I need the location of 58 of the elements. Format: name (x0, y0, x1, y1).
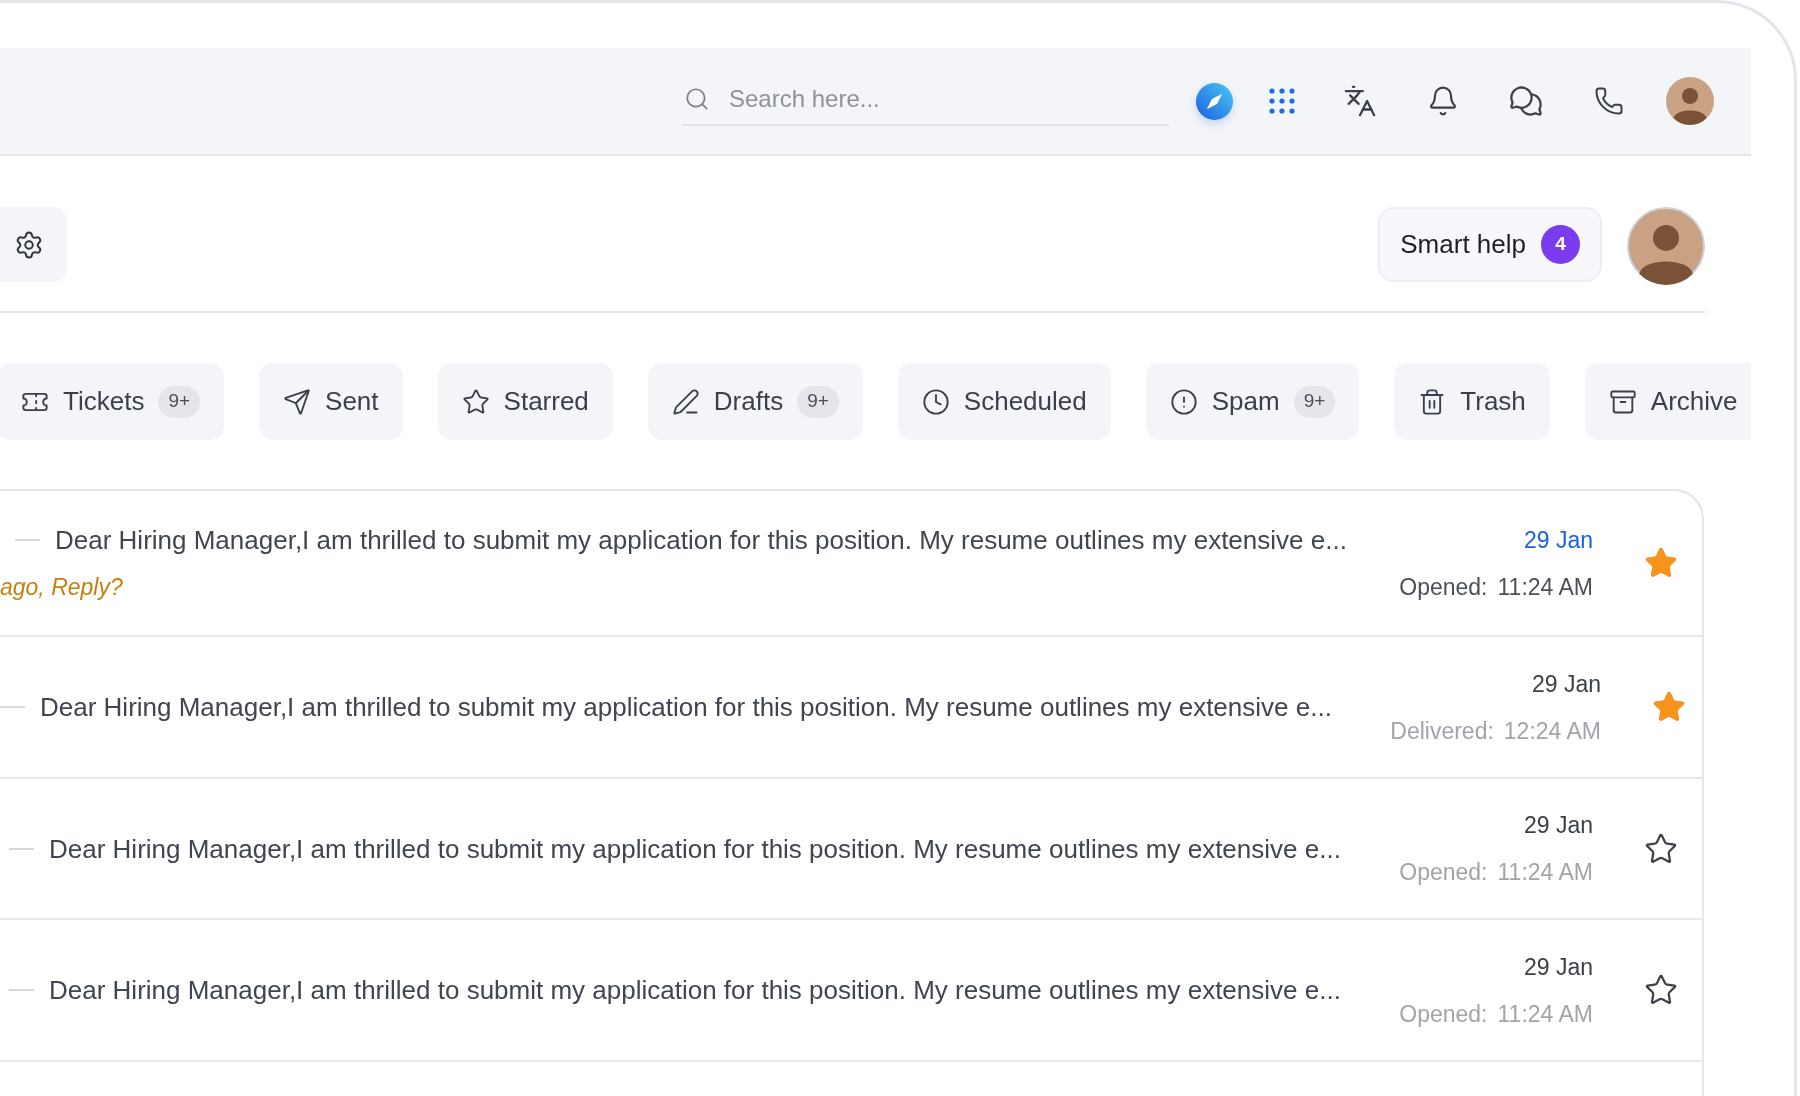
settings-button[interactable] (0, 207, 67, 282)
pencil-icon (671, 387, 700, 416)
star-icon[interactable] (1644, 546, 1678, 580)
message-preview: Dear Hiring Manager,I am thrilled to submit my application for this position. My resume outlines my extensive e... (40, 693, 1332, 721)
star-icon (461, 387, 490, 416)
phone-icon[interactable] (1594, 86, 1624, 116)
profile-avatar[interactable] (1627, 207, 1705, 285)
star-icon[interactable] (1644, 973, 1678, 1007)
search-icon (684, 86, 710, 112)
translate-icon[interactable] (1343, 84, 1377, 118)
chat-bubbles-icon[interactable] (1508, 83, 1544, 119)
folder-tab[interactable]: Drafts 9+ (647, 363, 863, 440)
message-row[interactable]: Dear Hiring Manager,I am thrilled to submit my application for this position. My resume outlines my extensive e... ago, Reply? 29 Jan Opened: 11:24 AM (0, 491, 1702, 637)
message-row[interactable]: Dear Hiring Manager,I am thrilled to submit my application for this position. My resume outlines my extensive e... 29 Jan Delivered: 12:24 AM (0, 637, 1702, 779)
status-time: 12:24 AM (1503, 716, 1601, 745)
exclamation-circle-icon (1169, 387, 1198, 416)
count-badge: 9+ (158, 385, 201, 418)
smart-help-button[interactable]: Smart help 4 (1378, 207, 1602, 282)
folder-tab[interactable]: Scheduled (897, 363, 1111, 440)
status-time: 11:24 AM (1497, 572, 1593, 601)
folder-tab[interactable]: Starred (437, 363, 613, 440)
dash-icon (15, 538, 40, 541)
dash-icon (9, 847, 34, 850)
status-label: Opened: (1399, 572, 1488, 601)
dash-icon (0, 706, 25, 708)
message-preview: Dear Hiring Manager,I am thrilled to submit my application for this position. My resume outlines my extensive e... (49, 834, 1341, 863)
bell-icon[interactable] (1427, 85, 1459, 117)
dash-icon (9, 989, 34, 991)
status-label: Delivered: (1390, 716, 1494, 745)
count-badge: 4 (1541, 225, 1580, 264)
message-preview: Dear Hiring Manager,I am thrilled to submit my application for this position. My resume outlines my extensive e... (55, 525, 1347, 554)
status-time: 11:24 AM (1497, 858, 1593, 886)
status-time: 11:24 AM (1497, 999, 1593, 1028)
star-icon[interactable] (1652, 690, 1686, 724)
folder-tab[interactable]: Tickets 9+ (0, 363, 225, 440)
clock-icon (921, 387, 950, 416)
message-date: 29 Jan (1531, 669, 1601, 698)
status-label: Opened: (1399, 858, 1488, 886)
search-field[interactable]: Search here... (683, 74, 1169, 126)
message-row[interactable]: Dear Hiring Manager,I am thrilled to submit my application for this position. My resume outlines my extensive e... 29 Jan Opened: 11:24 AM (0, 920, 1702, 1062)
compass-icon[interactable] (1196, 82, 1233, 120)
message-date: 29 Jan (1523, 952, 1593, 981)
folder-tab[interactable]: Sent (259, 363, 403, 440)
count-badge: 9+ (797, 385, 839, 418)
paper-plane-icon (283, 387, 312, 416)
message-row[interactable]: Dear Hiring Manager,I am thrilled to submit my application for this position. My resume outlines my extensive e... 29 Jan Opened: 11:24 AM (0, 779, 1702, 920)
folder-tab[interactable]: Archive (1584, 363, 1751, 440)
star-icon[interactable] (1644, 831, 1678, 866)
message-date: 29 Jan (1523, 525, 1593, 554)
message-preview: Dear Hiring Manager,I am thrilled to submit my application for this position. My resume outlines my extensive e... (49, 976, 1341, 1004)
message-date: 29 Jan (1523, 811, 1593, 839)
settings-icon (14, 229, 44, 260)
apps-grid-icon[interactable] (1269, 88, 1295, 114)
user-avatar[interactable] (1666, 77, 1714, 125)
folder-tab[interactable]: Trash (1394, 363, 1550, 440)
folder-tab[interactable]: Spam 9+ (1145, 363, 1360, 440)
count-badge: 9+ (1293, 385, 1336, 418)
status-label: Opened: (1399, 999, 1488, 1028)
